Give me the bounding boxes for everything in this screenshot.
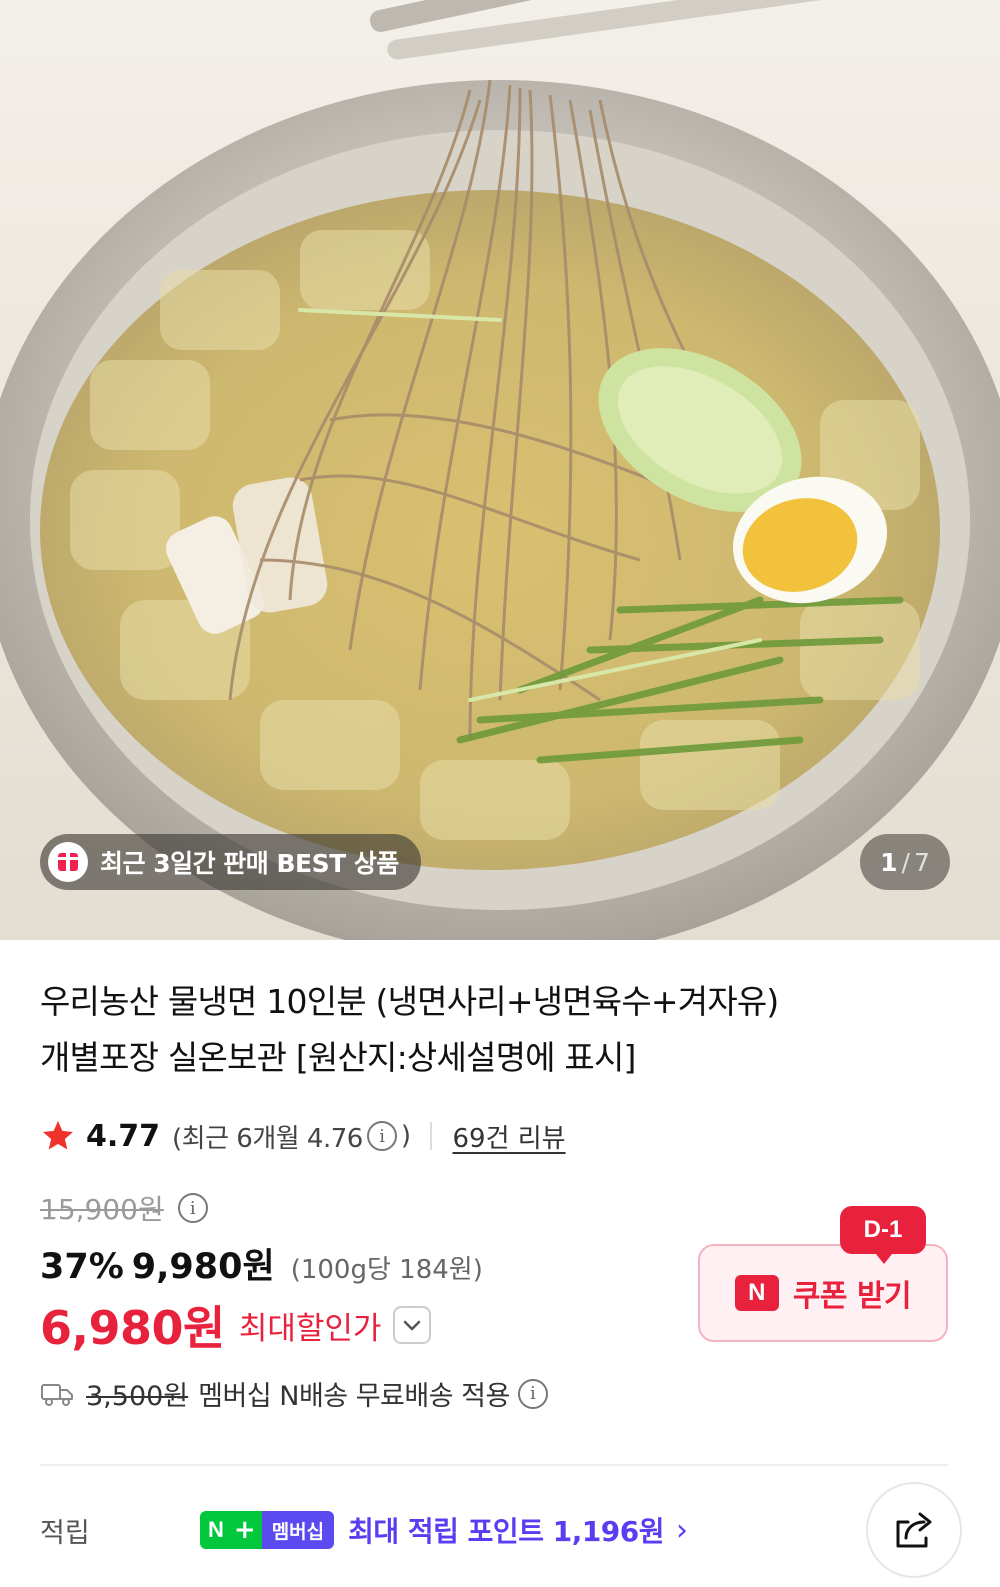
star-icon [43, 1121, 73, 1150]
section-divider [40, 1464, 948, 1466]
coupon-button[interactable]: N 쿠폰 받기 [698, 1244, 948, 1342]
max-discount-price: 6,980원 [40, 1301, 225, 1355]
chevron-right-icon: › [676, 1512, 689, 1548]
info-icon[interactable]: i [177, 1193, 208, 1223]
info-icon[interactable]: i [517, 1378, 548, 1409]
gift-icon [48, 842, 88, 882]
image-counter: 1 / 7 [860, 834, 950, 890]
sale-price: 9,980원 [131, 1247, 275, 1287]
unit-price: (100g당 184원) [290, 1255, 483, 1285]
image-index: 1 [880, 847, 898, 877]
image-separator: / [901, 847, 910, 877]
dday-badge: D-1 [840, 1206, 926, 1264]
recent-rating-text: (최근 6개월 4.76 [172, 1123, 363, 1154]
shipping-old-fee: 3,500원 [86, 1381, 189, 1412]
sale-price-row: 37% 9,980원 (100g당 184원) [40, 1238, 483, 1289]
max-discount-row: 6,980원 최대할인가 [40, 1292, 432, 1358]
discount-rate: 37% [40, 1247, 124, 1287]
product-image-carousel[interactable]: 최근 3일간 판매 BEST 상품 1 / 7 [0, 0, 1000, 940]
rating-row: 4.77 (최근 6개월 4.76 i ) 69건 리뷰 [40, 1114, 566, 1158]
original-price: 15,900원 [40, 1193, 164, 1226]
shipping-row: 3,500원 멤버십 N배송 무료배송 적용 i [40, 1374, 552, 1413]
badge-n: N [200, 1511, 232, 1549]
share-icon [896, 1512, 932, 1548]
shipping-text: 멤버십 N배송 무료배송 적용 [198, 1381, 510, 1412]
product-title-line-2: 개별포장 실온보관 [원산지:상세설명에 표시] [40, 1038, 636, 1077]
coupon-label: 쿠폰 받기 [792, 1279, 912, 1314]
badge-plus: + [231, 1511, 262, 1549]
product-title: 우리농산 물냉면 10인분 (냉면사리+냉면육수+겨자유) 개별포장 실온보관 … [40, 974, 960, 1086]
max-discount-label: 최대할인가 [238, 1310, 382, 1347]
points-link[interactable]: 최대 적립 포인트 1,196원 › [348, 1510, 688, 1550]
image-total: 7 [913, 847, 930, 877]
product-title-line-1: 우리농산 물냉면 10인분 (냉면사리+냉면육수+겨자유) [40, 982, 779, 1021]
rating-score: 4.77 [86, 1118, 161, 1154]
info-icon[interactable]: i [366, 1121, 397, 1151]
points-text: 최대 적립 포인트 1,196원 [348, 1515, 665, 1548]
review-count-link[interactable]: 69건 리뷰 [452, 1118, 565, 1155]
naver-plus-membership-badge: N + 멤버십 [200, 1511, 335, 1549]
best-seller-text: 최근 3일간 판매 BEST 상품 [100, 849, 399, 878]
badge-membership: 멤버십 [261, 1511, 335, 1549]
best-seller-badge: 최근 3일간 판매 BEST 상품 [40, 834, 421, 890]
divider [430, 1122, 433, 1150]
points-label: 적립 [40, 1517, 90, 1549]
recent-rating: (최근 6개월 4.76 i ) [172, 1118, 411, 1155]
chevron-down-icon[interactable] [393, 1306, 432, 1344]
recent-rating-close: ) [400, 1121, 411, 1151]
product-photo [0, 0, 1000, 940]
share-button[interactable] [866, 1482, 962, 1578]
points-row: 적립 N + 멤버십 최대 적립 포인트 1,196원 › [40, 1508, 960, 1552]
truck-icon [41, 1383, 73, 1406]
naver-n-logo: N [734, 1275, 779, 1311]
original-price-row: 15,900원 i [40, 1188, 212, 1228]
